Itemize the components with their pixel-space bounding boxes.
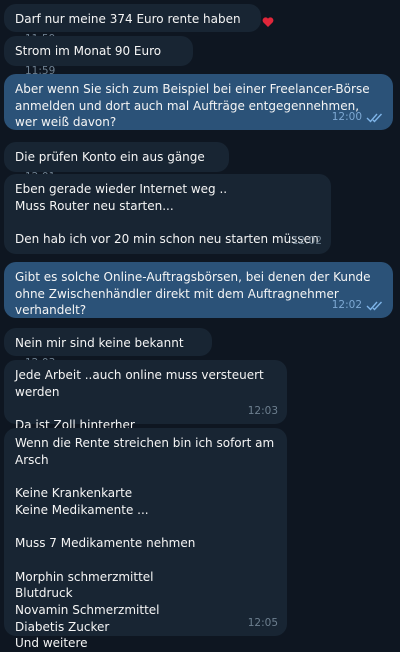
heart-icon[interactable] (262, 16, 274, 28)
message-text: Nein mir sind keine bekannt (15, 336, 184, 350)
message-meta: 12:02 (332, 297, 384, 314)
outgoing-message[interactable]: Aber wenn Sie sich zum Beispiel bei eine… (4, 74, 393, 130)
message-text: Eben gerade wieder Internet weg .. Muss … (15, 182, 319, 247)
message-text: Wenn die Rente streichen bin ich sofort … (15, 436, 275, 651)
message-text: Jede Arbeit ..auch online muss versteuer… (15, 368, 264, 433)
double-check-icon (366, 301, 383, 311)
double-check-icon (366, 113, 383, 123)
incoming-message[interactable]: Strom im Monat 90 Euro11:59 (4, 36, 193, 77)
message-meta: 12:05 (248, 615, 278, 632)
outgoing-message[interactable]: Gibt es solche Online-Auftragsbörsen, be… (4, 262, 393, 318)
incoming-message[interactable]: Die prüfen Konto ein aus gänge12:01 (4, 142, 229, 183)
message-text: Gibt es solche Online-Auftragsbörsen, be… (15, 270, 375, 318)
message-time: 12:02 (331, 299, 362, 312)
message-text: Darf nur meine 374 Euro rente haben (15, 12, 241, 26)
message-text: Strom im Monat 90 Euro (15, 44, 162, 58)
message-time: 12:03 (247, 405, 278, 418)
incoming-message[interactable]: Eben gerade wieder Internet weg .. Muss … (4, 174, 331, 254)
message-time: 12:02 (291, 235, 322, 248)
message-meta: 12:03 (248, 403, 278, 420)
chat-message-list: Darf nur meine 374 Euro rente haben11:59… (0, 0, 400, 650)
message-time: 12:05 (247, 617, 278, 630)
incoming-message[interactable]: Nein mir sind keine bekannt12:03 (4, 328, 212, 369)
message-meta: 12:02 (292, 233, 322, 250)
message-text: Aber wenn Sie sich zum Beispiel bei eine… (15, 82, 374, 130)
message-time: 12:00 (331, 111, 362, 124)
message-meta: 12:00 (332, 109, 384, 126)
incoming-message[interactable]: Darf nur meine 374 Euro rente haben11:59 (4, 4, 261, 45)
incoming-message[interactable]: Jede Arbeit ..auch online muss versteuer… (4, 360, 287, 432)
incoming-message[interactable]: Wenn die Rente streichen bin ich sofort … (4, 428, 287, 650)
message-text: Die prüfen Konto ein aus gänge (15, 150, 205, 164)
